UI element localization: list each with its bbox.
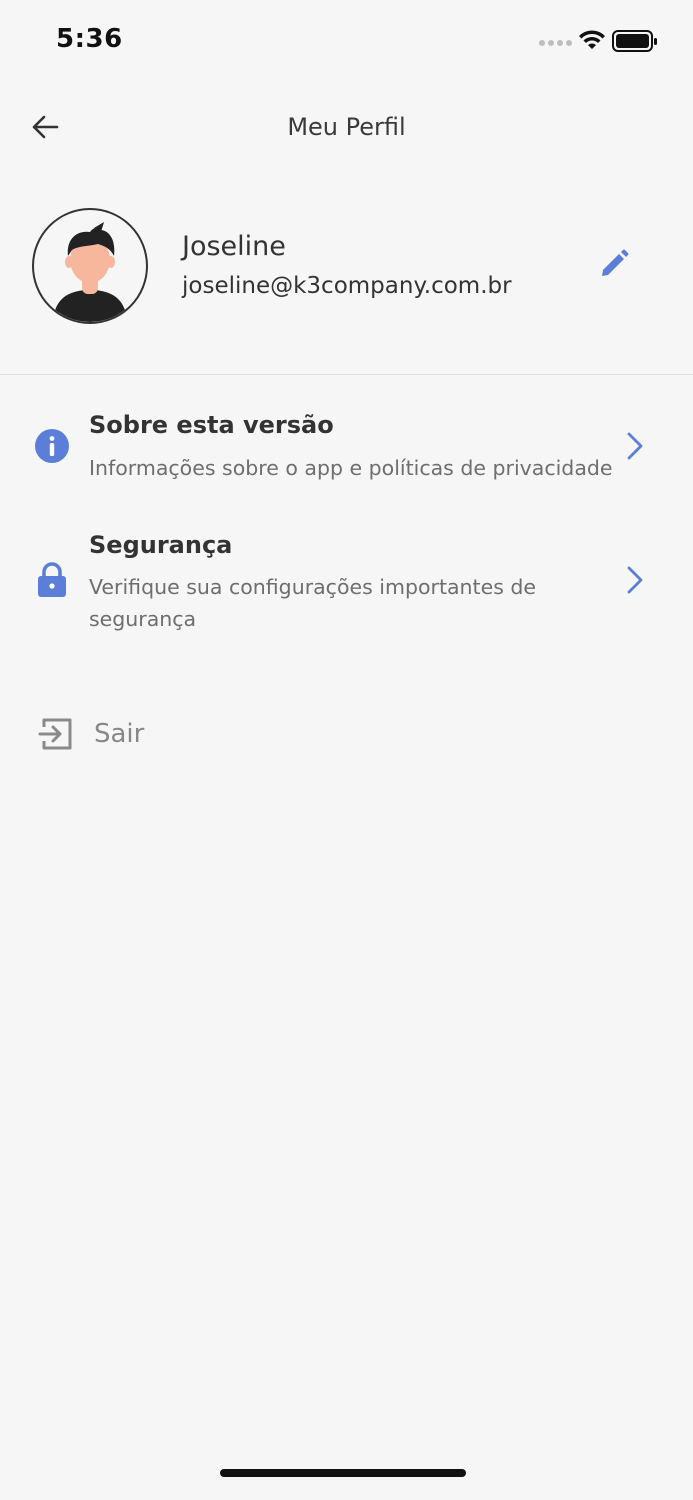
logout-icon (38, 718, 72, 750)
page-title: Meu Perfil (287, 113, 406, 141)
chevron-right-icon (622, 563, 648, 597)
status-time: 5:36 (56, 24, 123, 54)
avatar (32, 208, 148, 324)
home-indicator (220, 1469, 466, 1477)
wifi-icon (579, 30, 605, 49)
logout-label: Sair (94, 719, 145, 749)
menu-item-security[interactable]: Segurança Verifique sua configurações im… (0, 520, 693, 640)
chevron-right-icon (622, 429, 648, 463)
profile-divider (0, 374, 693, 375)
user-avatar-icon (54, 222, 126, 322)
menu-item-description: Informações sobre o app e políticas de p… (89, 456, 613, 480)
battery-icon (612, 30, 657, 52)
lock-icon (34, 562, 70, 598)
menu-item-about[interactable]: Sobre esta versão Informações sobre o ap… (0, 400, 693, 500)
cellular-signal-icon (539, 40, 572, 46)
info-icon (34, 428, 70, 464)
menu-item-title: Segurança (89, 531, 233, 559)
edit-profile-button[interactable] (596, 246, 632, 282)
profile-email: joseline@k3company.com.br (182, 273, 512, 299)
logout-button[interactable]: Sair (36, 712, 236, 756)
menu-item-description: Verifique sua configurações importantes … (89, 575, 537, 631)
profile-name: Joseline (182, 231, 286, 262)
menu-item-title: Sobre esta versão (89, 411, 334, 439)
pencil-icon (602, 249, 629, 276)
